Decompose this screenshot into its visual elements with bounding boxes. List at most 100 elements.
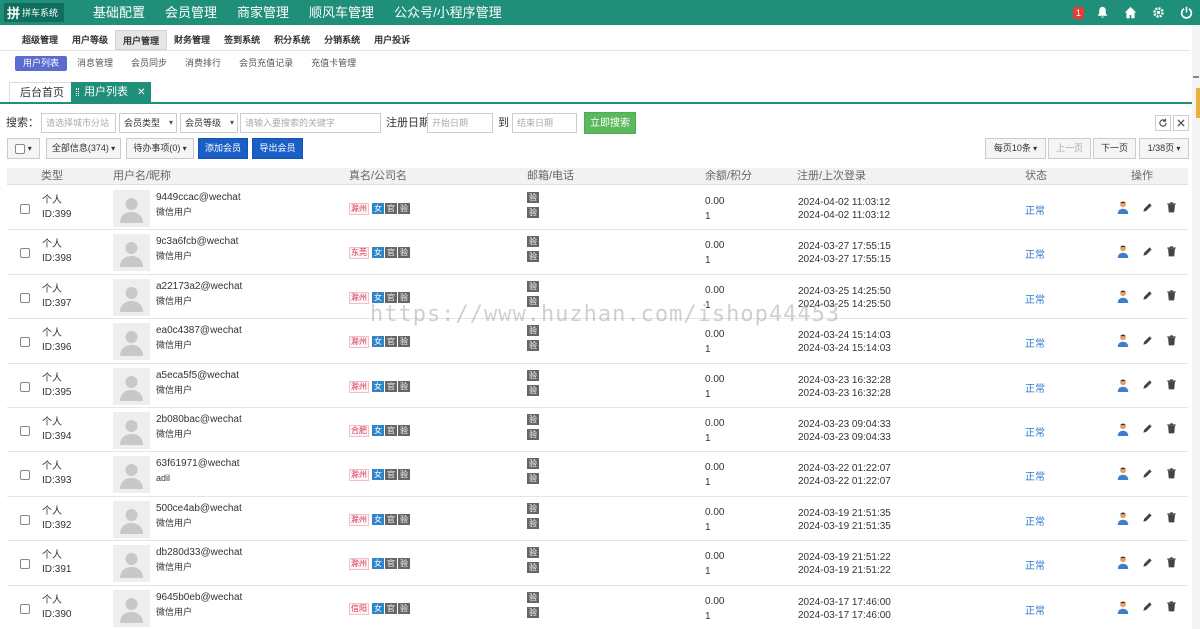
subnav-points[interactable]: 积分系统 (267, 30, 317, 50)
top-nav-item-merchant[interactable]: 商家管理 (237, 0, 289, 25)
thirdnav-card[interactable]: 充值卡管理 (303, 56, 364, 71)
edit-icon[interactable] (1135, 466, 1159, 480)
edit-icon[interactable] (1135, 555, 1159, 569)
thirdnav-user-list[interactable]: 用户列表 (15, 56, 68, 71)
status-badge[interactable]: 正常 (1025, 468, 1045, 483)
refresh-icon[interactable] (1155, 115, 1171, 131)
top-nav-item-basic[interactable]: 基础配置 (93, 0, 145, 25)
trash-icon[interactable] (1159, 466, 1183, 480)
row-checkbox[interactable] (20, 381, 30, 392)
end-date-input[interactable]: 结束日期 (512, 113, 577, 133)
row-checkbox[interactable] (20, 514, 30, 525)
tab-user-list[interactable]: 用户列表 ✕ (71, 82, 152, 102)
username[interactable]: a5eca5f5@wechat (156, 369, 239, 383)
username[interactable]: 9c3a6fcb@wechat (156, 235, 238, 249)
subnav-finance[interactable]: 财务管理 (167, 30, 217, 50)
collapse-icon[interactable] (1173, 115, 1189, 131)
status-badge[interactable]: 正常 (1025, 291, 1045, 306)
status-badge[interactable]: 正常 (1025, 246, 1045, 261)
row-checkbox[interactable] (20, 603, 30, 614)
row-checkbox[interactable] (20, 337, 30, 348)
row-checkbox[interactable] (20, 248, 30, 259)
status-badge[interactable]: 正常 (1025, 380, 1045, 395)
username[interactable]: 9645b0eb@wechat (156, 591, 242, 605)
edit-icon[interactable] (1135, 600, 1159, 614)
city-select[interactable]: 请选择城市分站 (41, 113, 116, 133)
edit-icon[interactable] (1135, 422, 1159, 436)
next-page-button[interactable]: 下一页 (1093, 138, 1136, 159)
thirdnav-ranking[interactable]: 消费排行 (177, 56, 229, 71)
logo[interactable]: 拼 拼车系统 (4, 3, 64, 22)
subnav-level[interactable]: 用户等级 (65, 30, 115, 50)
edit-icon[interactable] (1135, 511, 1159, 525)
prev-page-button[interactable]: 上一页 (1048, 138, 1091, 159)
add-member-button[interactable]: 添加会员 (198, 138, 248, 159)
user-profile-icon[interactable] (1111, 422, 1135, 436)
thirdnav-messages[interactable]: 消息管理 (69, 56, 121, 71)
home-icon[interactable] (1116, 0, 1144, 25)
todo-button[interactable]: 待办事项(0) ▾ (126, 138, 194, 159)
trash-icon[interactable] (1159, 511, 1183, 525)
row-checkbox[interactable] (20, 425, 30, 436)
start-date-input[interactable]: 开始日期 (427, 113, 493, 133)
trash-icon[interactable] (1159, 333, 1183, 347)
top-nav-item-mp[interactable]: 公众号/小程序管理 (394, 0, 502, 25)
subnav-complaint[interactable]: 用户投诉 (367, 30, 417, 50)
username[interactable]: ea0c4387@wechat (156, 324, 242, 338)
tab-home[interactable]: 后台首页 (9, 82, 75, 102)
member-level-select[interactable]: 会员等级 (180, 113, 238, 133)
trash-icon[interactable] (1159, 600, 1183, 614)
trash-icon[interactable] (1159, 200, 1183, 214)
trash-icon[interactable] (1159, 244, 1183, 258)
status-badge[interactable]: 正常 (1025, 335, 1045, 350)
status-badge[interactable]: 正常 (1025, 424, 1045, 439)
member-type-select[interactable]: 会员类型 (119, 113, 177, 133)
top-nav-item-member[interactable]: 会员管理 (165, 0, 217, 25)
subnav-super[interactable]: 超级管理 (15, 30, 65, 50)
top-nav-item-carpool[interactable]: 顺风车管理 (309, 0, 374, 25)
edit-icon[interactable] (1135, 378, 1159, 392)
status-badge[interactable]: 正常 (1025, 513, 1045, 528)
user-profile-icon[interactable] (1111, 555, 1135, 570)
user-profile-icon[interactable] (1111, 378, 1135, 392)
status-badge[interactable]: 正常 (1025, 202, 1045, 217)
trash-icon[interactable] (1159, 378, 1183, 392)
row-checkbox[interactable] (20, 559, 30, 570)
per-page-select[interactable]: 每页10条 ▾ (985, 138, 1046, 159)
user-profile-icon[interactable] (1111, 511, 1135, 525)
bell-icon[interactable] (1088, 0, 1116, 25)
row-checkbox[interactable] (20, 292, 30, 303)
username[interactable]: 500ce4ab@wechat (156, 502, 242, 516)
power-icon[interactable] (1172, 0, 1200, 25)
all-info-button[interactable]: 全部信息(374) ▾ (46, 138, 121, 159)
username[interactable]: 63f61971@wechat (156, 457, 240, 471)
page-select[interactable]: 1/38页 ▾ (1139, 138, 1189, 159)
user-profile-icon[interactable] (1111, 244, 1135, 259)
username[interactable]: a22173a2@wechat (156, 280, 242, 294)
subnav-checkin[interactable]: 签到系统 (217, 30, 267, 50)
user-profile-icon[interactable] (1111, 466, 1135, 481)
status-badge[interactable]: 正常 (1025, 602, 1045, 617)
user-profile-icon[interactable] (1111, 289, 1135, 303)
username[interactable]: db280d33@wechat (156, 546, 242, 560)
username[interactable]: 2b080bac@wechat (156, 413, 242, 427)
edit-icon[interactable] (1135, 289, 1159, 303)
trash-icon[interactable] (1159, 555, 1183, 569)
subnav-user-manage[interactable]: 用户管理 (115, 30, 168, 50)
row-checkbox[interactable] (20, 470, 30, 481)
user-profile-icon[interactable] (1111, 200, 1135, 214)
gear-icon[interactable] (1144, 0, 1172, 25)
edit-icon[interactable] (1135, 244, 1159, 258)
keyword-input[interactable]: 请输入要搜索的关键字 (240, 113, 381, 133)
trash-icon[interactable] (1159, 422, 1183, 436)
username[interactable]: 9449ccac@wechat (156, 191, 241, 205)
status-badge[interactable]: 正常 (1025, 557, 1045, 572)
export-member-button[interactable]: 导出会员 (252, 138, 303, 159)
user-profile-icon[interactable] (1111, 333, 1135, 348)
search-button[interactable]: 立即搜索 (584, 112, 636, 134)
row-checkbox[interactable] (20, 204, 30, 214)
edit-icon[interactable] (1135, 333, 1159, 347)
user-profile-icon[interactable] (1111, 600, 1135, 614)
select-all-dropdown[interactable]: ▾ (7, 138, 40, 159)
subnav-distribution[interactable]: 分销系统 (317, 30, 367, 50)
